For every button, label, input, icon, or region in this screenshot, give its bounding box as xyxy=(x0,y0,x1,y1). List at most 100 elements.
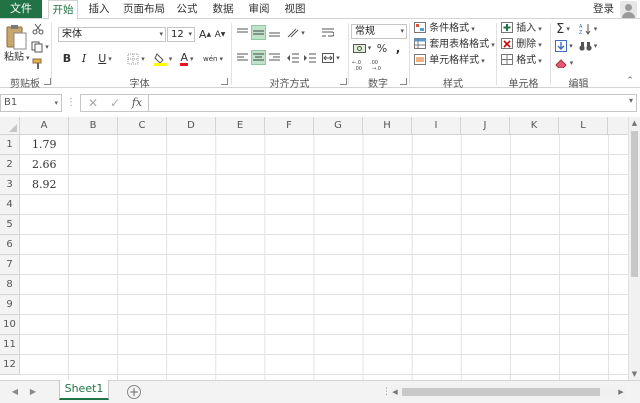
tab-formulas[interactable]: 公式 xyxy=(172,0,202,18)
clipboard-launcher-icon[interactable] xyxy=(44,78,51,85)
find-select-button[interactable]: ▾ xyxy=(577,39,599,53)
cancel-icon[interactable]: ✕ xyxy=(82,95,104,111)
tab-split-handle[interactable]: ⋮ xyxy=(382,386,391,399)
align-top-button[interactable] xyxy=(235,25,250,40)
column-header-h[interactable]: H xyxy=(363,117,412,135)
merge-center-button[interactable]: ▾ xyxy=(320,50,342,65)
underline-button[interactable]: U ▾ xyxy=(94,51,116,66)
expand-formula-icon[interactable]: ▾ xyxy=(629,96,633,105)
autosum-button[interactable]: Σ ▾ xyxy=(554,22,572,37)
row-header-11[interactable]: 11 xyxy=(0,335,20,355)
font-size-select[interactable]: 12 ▾ xyxy=(167,27,195,42)
decrease-decimal-button[interactable]: .00 →.0 xyxy=(369,57,385,72)
align-left-button[interactable] xyxy=(235,50,250,65)
sort-filter-button[interactable]: A Z ▾ xyxy=(577,22,599,36)
percent-button[interactable]: % xyxy=(376,41,388,55)
column-header-l[interactable]: L xyxy=(559,117,608,135)
wrap-text-button[interactable] xyxy=(320,25,335,40)
row-header-5[interactable]: 5 xyxy=(0,215,20,235)
column-header-e[interactable]: E xyxy=(216,117,265,135)
tab-page-layout[interactable]: 页面布局 xyxy=(120,0,168,18)
font-name-select[interactable]: 宋体 ▾ xyxy=(58,27,166,42)
previous-sheet-icon[interactable]: ◀ xyxy=(10,387,20,397)
orientation-button[interactable]: ▾ xyxy=(285,25,307,40)
row-header-1[interactable]: 1 xyxy=(0,135,20,155)
user-avatar-icon[interactable] xyxy=(620,1,637,18)
format-as-table-button[interactable]: 套用表格格式 ▾ xyxy=(414,38,495,52)
tab-insert[interactable]: 插入 xyxy=(84,0,114,18)
format-cells-button[interactable]: 格式 ▾ xyxy=(501,54,542,68)
row-header-6[interactable]: 6 xyxy=(0,235,20,255)
row-header-7[interactable]: 7 xyxy=(0,255,20,275)
add-sheet-icon[interactable]: + xyxy=(127,385,141,399)
number-launcher-icon[interactable] xyxy=(400,78,407,85)
horizontal-scrollbar[interactable]: ◀ ▶ xyxy=(390,385,626,399)
fill-button[interactable]: ▾ xyxy=(554,39,574,53)
tab-view[interactable]: 视图 xyxy=(280,0,310,18)
decrease-indent-button[interactable] xyxy=(285,50,300,65)
scroll-right-icon[interactable]: ▶ xyxy=(616,385,626,399)
borders-button[interactable]: ▾ xyxy=(124,51,148,66)
font-color-button[interactable]: A ▾ xyxy=(176,51,198,66)
cell-a2[interactable]: 2.66 xyxy=(32,155,57,175)
scroll-left-icon[interactable]: ◀ xyxy=(390,385,400,399)
paste-button[interactable] xyxy=(3,22,29,52)
column-header-i[interactable]: I xyxy=(412,117,461,135)
currency-format-button[interactable]: ▾ xyxy=(351,41,373,55)
formula-bar-resize-handle[interactable]: ⋮ xyxy=(66,94,76,112)
scroll-down-icon[interactable]: ▼ xyxy=(629,368,640,380)
file-tab[interactable]: 文件 xyxy=(0,0,42,18)
scroll-up-icon[interactable]: ▲ xyxy=(629,117,640,129)
align-center-button[interactable] xyxy=(251,50,266,65)
copy-button[interactable]: ▾ xyxy=(31,40,49,54)
shrink-font-button[interactable]: A ▼ xyxy=(213,27,227,42)
alignment-launcher-icon[interactable] xyxy=(340,78,347,85)
tab-home[interactable]: 开始 xyxy=(48,0,78,19)
grow-font-button[interactable]: A ▲ xyxy=(198,27,212,42)
formula-input[interactable]: ▾ xyxy=(148,94,637,112)
align-right-button[interactable] xyxy=(267,50,282,65)
row-header-8[interactable]: 8 xyxy=(0,275,20,295)
cell-a3[interactable]: 8.92 xyxy=(32,175,57,195)
column-header-d[interactable]: D xyxy=(167,117,216,135)
bold-button[interactable]: B xyxy=(60,51,74,66)
insert-function-button[interactable]: fx xyxy=(126,95,148,111)
column-header-a[interactable]: A xyxy=(20,117,69,135)
next-sheet-icon[interactable]: ▶ xyxy=(28,387,38,397)
row-header-9[interactable]: 9 xyxy=(0,295,20,315)
fill-color-button[interactable]: ▾ xyxy=(152,51,174,66)
row-header-4[interactable]: 4 xyxy=(0,195,20,215)
horizontal-scroll-thumb[interactable] xyxy=(402,388,600,396)
clear-button[interactable]: ▾ xyxy=(554,56,574,70)
column-header-j[interactable]: J xyxy=(461,117,510,135)
worksheet-grid[interactable]: A B C D E F G H I J K L 1 2 3 4 5 6 7 8 … xyxy=(0,117,628,380)
column-header-b[interactable]: B xyxy=(69,117,118,135)
tab-review[interactable]: 审阅 xyxy=(244,0,274,18)
vertical-scroll-thumb[interactable] xyxy=(631,131,638,277)
select-all-button[interactable] xyxy=(0,117,20,135)
format-painter-button[interactable] xyxy=(31,57,45,71)
cell-styles-button[interactable]: 单元格样式 ▾ xyxy=(414,54,485,68)
paste-label[interactable]: 粘贴 ▾ xyxy=(4,51,30,65)
cell-a1[interactable]: 1.79 xyxy=(32,135,57,155)
increase-indent-button[interactable] xyxy=(302,50,317,65)
comma-style-button[interactable]: , xyxy=(392,41,404,55)
phonetic-button[interactable]: wén ▾ xyxy=(202,51,224,66)
conditional-format-button[interactable]: 条件格式 ▾ xyxy=(414,22,475,36)
name-box[interactable]: B1 ▾ xyxy=(0,94,62,112)
column-header-f[interactable]: F xyxy=(265,117,314,135)
column-header-k[interactable]: K xyxy=(510,117,559,135)
collapse-ribbon-button[interactable]: ⌃ xyxy=(624,75,636,87)
confirm-icon[interactable]: ✓ xyxy=(104,95,126,111)
align-bottom-button[interactable] xyxy=(267,25,282,40)
login-link[interactable]: 登录 xyxy=(593,0,614,18)
row-header-12[interactable]: 12 xyxy=(0,355,20,375)
increase-decimal-button[interactable]: ←.0.00 xyxy=(351,57,367,72)
column-header-g[interactable]: G xyxy=(314,117,363,135)
tab-data[interactable]: 数据 xyxy=(208,0,238,18)
font-launcher-icon[interactable] xyxy=(221,78,228,85)
row-header-2[interactable]: 2 xyxy=(0,155,20,175)
vertical-scrollbar[interactable]: ▲ ▼ xyxy=(628,117,640,380)
align-middle-button[interactable] xyxy=(251,25,266,40)
cell-area[interactable] xyxy=(20,135,628,380)
